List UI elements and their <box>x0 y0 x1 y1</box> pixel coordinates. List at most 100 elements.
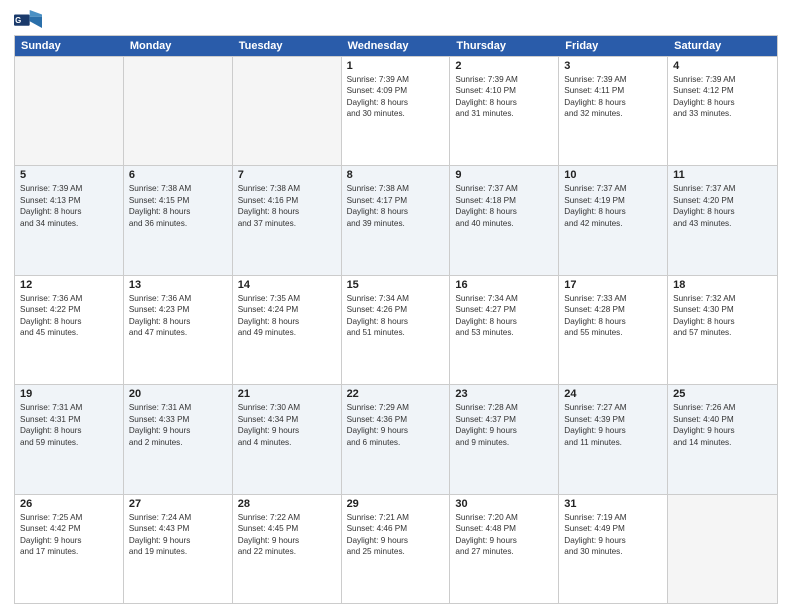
calendar-cell: 26 Sunrise: 7:25 AM Sunset: 4:42 PM Dayli… <box>15 495 124 603</box>
calendar-cell: 4 Sunrise: 7:39 AM Sunset: 4:12 PM Daylig… <box>668 57 777 165</box>
calendar-cell: 28Sunrise: 7:22 AM Sunset: 4:45 PM Dayli… <box>233 495 342 603</box>
day-info: Sunrise: 7:20 AM Sunset: 4:48 PM Dayligh… <box>455 512 553 558</box>
calendar-cell: 10 Sunrise: 7:37 AM Sunset: 4:19 PM Dayli… <box>559 166 668 274</box>
weekday-header: Wednesday <box>342 36 451 56</box>
calendar-body: 1 Sunrise: 7:39 AM Sunset: 4:09 PM Daylig… <box>15 56 777 603</box>
day-number: 22 <box>347 388 445 400</box>
day-info: Sunrise: 7:22 AM Sunset: 4:45 PM Dayligh… <box>238 512 336 558</box>
day-info: Sunrise: 7:31 AM Sunset: 4:31 PM Dayligh… <box>20 402 118 448</box>
day-number: 9 <box>455 169 553 181</box>
calendar-cell: 30 Sunrise: 7:20 AM Sunset: 4:48 PM Dayli… <box>450 495 559 603</box>
calendar-row: 12 Sunrise: 7:36 AM Sunset: 4:22 PM Dayli… <box>15 275 777 384</box>
day-number: 12 <box>20 279 118 291</box>
day-number: 26 <box>20 498 118 510</box>
day-number: 16 <box>455 279 553 291</box>
calendar-cell: 25 Sunrise: 7:26 AM Sunset: 4:40 PM Dayli… <box>668 385 777 493</box>
calendar: SundayMondayTuesdayWednesdayThursdayFrid… <box>14 35 778 604</box>
day-info: Sunrise: 7:29 AM Sunset: 4:36 PM Dayligh… <box>347 402 445 448</box>
logo: G <box>14 10 42 29</box>
day-number: 2 <box>455 60 553 72</box>
weekday-header: Tuesday <box>233 36 342 56</box>
calendar-header: SundayMondayTuesdayWednesdayThursdayFrid… <box>15 36 777 56</box>
page: G SundayMondayTuesdayWednesdayThursdayFr… <box>0 0 792 612</box>
calendar-cell: 12 Sunrise: 7:36 AM Sunset: 4:22 PM Dayli… <box>15 276 124 384</box>
weekday-header: Thursday <box>450 36 559 56</box>
calendar-cell <box>233 57 342 165</box>
svg-text:G: G <box>15 16 21 25</box>
calendar-cell: 19 Sunrise: 7:31 AM Sunset: 4:31 PM Dayli… <box>15 385 124 493</box>
day-number: 10 <box>564 169 662 181</box>
weekday-header: Monday <box>124 36 233 56</box>
calendar-row: 1 Sunrise: 7:39 AM Sunset: 4:09 PM Daylig… <box>15 56 777 165</box>
calendar-cell: 21 Sunrise: 7:30 AM Sunset: 4:34 PM Dayli… <box>233 385 342 493</box>
day-info: Sunrise: 7:37 AM Sunset: 4:20 PM Dayligh… <box>673 183 772 229</box>
calendar-cell: 29Sunrise: 7:21 AM Sunset: 4:46 PM Dayli… <box>342 495 451 603</box>
calendar-cell: 2 Sunrise: 7:39 AM Sunset: 4:10 PM Daylig… <box>450 57 559 165</box>
calendar-cell: 22 Sunrise: 7:29 AM Sunset: 4:36 PM Dayli… <box>342 385 451 493</box>
day-info: Sunrise: 7:38 AM Sunset: 4:16 PM Dayligh… <box>238 183 336 229</box>
day-info: Sunrise: 7:36 AM Sunset: 4:23 PM Dayligh… <box>129 293 227 339</box>
day-info: Sunrise: 7:39 AM Sunset: 4:12 PM Dayligh… <box>673 74 772 120</box>
day-number: 17 <box>564 279 662 291</box>
calendar-cell: 23Sunrise: 7:28 AM Sunset: 4:37 PM Dayli… <box>450 385 559 493</box>
calendar-cell: 16 Sunrise: 7:34 AM Sunset: 4:27 PM Dayli… <box>450 276 559 384</box>
day-info: Sunrise: 7:19 AM Sunset: 4:49 PM Dayligh… <box>564 512 662 558</box>
day-info: Sunrise: 7:21 AM Sunset: 4:46 PM Dayligh… <box>347 512 445 558</box>
day-number: 20 <box>129 388 227 400</box>
day-info: Sunrise: 7:39 AM Sunset: 4:09 PM Dayligh… <box>347 74 445 120</box>
day-info: Sunrise: 7:24 AM Sunset: 4:43 PM Dayligh… <box>129 512 227 558</box>
day-number: 4 <box>673 60 772 72</box>
day-number: 14 <box>238 279 336 291</box>
calendar-cell: 7Sunrise: 7:38 AM Sunset: 4:16 PM Daylig… <box>233 166 342 274</box>
day-number: 30 <box>455 498 553 510</box>
day-info: Sunrise: 7:25 AM Sunset: 4:42 PM Dayligh… <box>20 512 118 558</box>
calendar-cell: 20 Sunrise: 7:31 AM Sunset: 4:33 PM Dayli… <box>124 385 233 493</box>
day-info: Sunrise: 7:37 AM Sunset: 4:19 PM Dayligh… <box>564 183 662 229</box>
day-number: 3 <box>564 60 662 72</box>
day-number: 19 <box>20 388 118 400</box>
calendar-row: 5 Sunrise: 7:39 AM Sunset: 4:13 PM Daylig… <box>15 165 777 274</box>
day-info: Sunrise: 7:39 AM Sunset: 4:10 PM Dayligh… <box>455 74 553 120</box>
calendar-cell: 24 Sunrise: 7:27 AM Sunset: 4:39 PM Dayli… <box>559 385 668 493</box>
day-number: 18 <box>673 279 772 291</box>
day-info: Sunrise: 7:33 AM Sunset: 4:28 PM Dayligh… <box>564 293 662 339</box>
calendar-cell: 6Sunrise: 7:38 AM Sunset: 4:15 PM Daylig… <box>124 166 233 274</box>
day-number: 5 <box>20 169 118 181</box>
day-number: 24 <box>564 388 662 400</box>
calendar-cell <box>15 57 124 165</box>
day-number: 15 <box>347 279 445 291</box>
day-info: Sunrise: 7:39 AM Sunset: 4:13 PM Dayligh… <box>20 183 118 229</box>
day-number: 27 <box>129 498 227 510</box>
day-info: Sunrise: 7:38 AM Sunset: 4:17 PM Dayligh… <box>347 183 445 229</box>
calendar-cell <box>668 495 777 603</box>
day-info: Sunrise: 7:35 AM Sunset: 4:24 PM Dayligh… <box>238 293 336 339</box>
calendar-cell: 9 Sunrise: 7:37 AM Sunset: 4:18 PM Daylig… <box>450 166 559 274</box>
day-number: 11 <box>673 169 772 181</box>
day-number: 31 <box>564 498 662 510</box>
day-info: Sunrise: 7:37 AM Sunset: 4:18 PM Dayligh… <box>455 183 553 229</box>
day-number: 25 <box>673 388 772 400</box>
day-info: Sunrise: 7:39 AM Sunset: 4:11 PM Dayligh… <box>564 74 662 120</box>
logo-icon: G <box>14 10 42 28</box>
calendar-cell: 13Sunrise: 7:36 AM Sunset: 4:23 PM Dayli… <box>124 276 233 384</box>
calendar-cell: 1 Sunrise: 7:39 AM Sunset: 4:09 PM Daylig… <box>342 57 451 165</box>
calendar-cell: 31 Sunrise: 7:19 AM Sunset: 4:49 PM Dayli… <box>559 495 668 603</box>
day-number: 8 <box>347 169 445 181</box>
day-info: Sunrise: 7:28 AM Sunset: 4:37 PM Dayligh… <box>455 402 553 448</box>
day-info: Sunrise: 7:36 AM Sunset: 4:22 PM Dayligh… <box>20 293 118 339</box>
day-info: Sunrise: 7:31 AM Sunset: 4:33 PM Dayligh… <box>129 402 227 448</box>
calendar-cell: 11 Sunrise: 7:37 AM Sunset: 4:20 PM Dayli… <box>668 166 777 274</box>
day-info: Sunrise: 7:27 AM Sunset: 4:39 PM Dayligh… <box>564 402 662 448</box>
weekday-header: Friday <box>559 36 668 56</box>
day-info: Sunrise: 7:34 AM Sunset: 4:27 PM Dayligh… <box>455 293 553 339</box>
calendar-cell: 5 Sunrise: 7:39 AM Sunset: 4:13 PM Daylig… <box>15 166 124 274</box>
calendar-cell: 18Sunrise: 7:32 AM Sunset: 4:30 PM Dayli… <box>668 276 777 384</box>
calendar-cell: 8 Sunrise: 7:38 AM Sunset: 4:17 PM Daylig… <box>342 166 451 274</box>
day-info: Sunrise: 7:26 AM Sunset: 4:40 PM Dayligh… <box>673 402 772 448</box>
calendar-cell: 14 Sunrise: 7:35 AM Sunset: 4:24 PM Dayli… <box>233 276 342 384</box>
day-number: 21 <box>238 388 336 400</box>
day-number: 6 <box>129 169 227 181</box>
calendar-row: 19 Sunrise: 7:31 AM Sunset: 4:31 PM Dayli… <box>15 384 777 493</box>
day-info: Sunrise: 7:30 AM Sunset: 4:34 PM Dayligh… <box>238 402 336 448</box>
day-number: 1 <box>347 60 445 72</box>
